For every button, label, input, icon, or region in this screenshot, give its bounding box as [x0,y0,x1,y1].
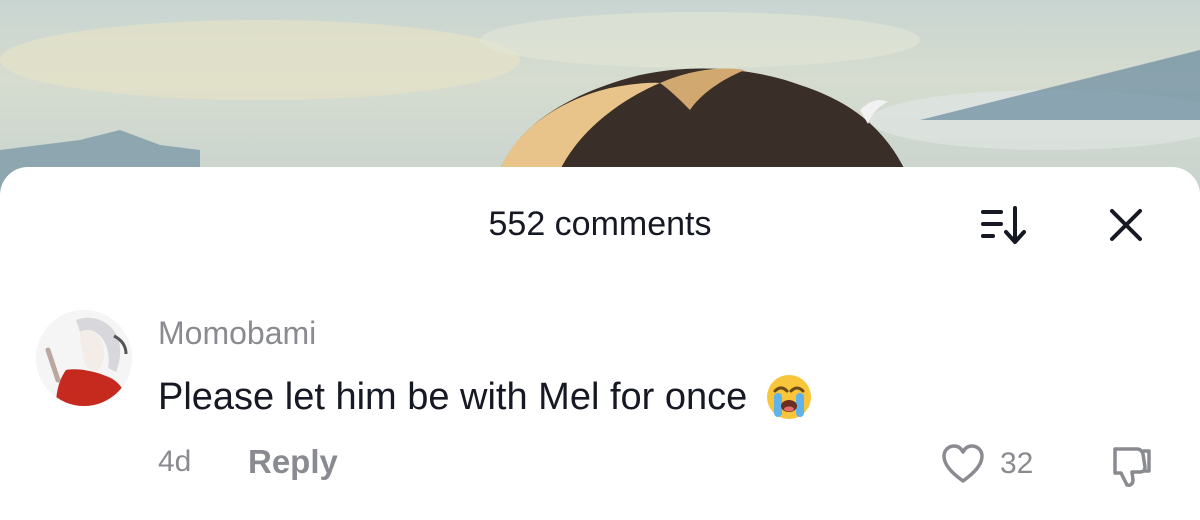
close-icon [1110,209,1142,241]
avatar[interactable] [36,310,132,406]
comment-username[interactable]: Momobami [158,315,316,352]
like-button[interactable]: 32 [940,440,1033,488]
heart-icon [942,444,984,483]
comments-sheet: 552 comments Momobami Please let him be … [0,167,1200,520]
sort-button[interactable] [976,201,1032,249]
reply-button[interactable]: Reply [248,443,338,481]
loudly-crying-face-icon [767,375,812,419]
comment-body: Please let him be with Mel for once [158,373,813,421]
comment-item: Momobami Please let him be with Mel for … [0,307,1200,507]
thumbs-down-icon [1113,447,1151,487]
sort-icon [981,206,1026,244]
comment-timestamp: 4d [158,445,192,478]
dislike-button[interactable] [1104,440,1156,492]
avatar-illustration [36,310,132,406]
comment-text: Please let him be with Mel for once [158,375,748,418]
close-button[interactable] [1102,201,1150,249]
screen: 552 comments Momobami Please let him be … [0,0,1200,520]
like-count: 32 [1000,447,1034,480]
